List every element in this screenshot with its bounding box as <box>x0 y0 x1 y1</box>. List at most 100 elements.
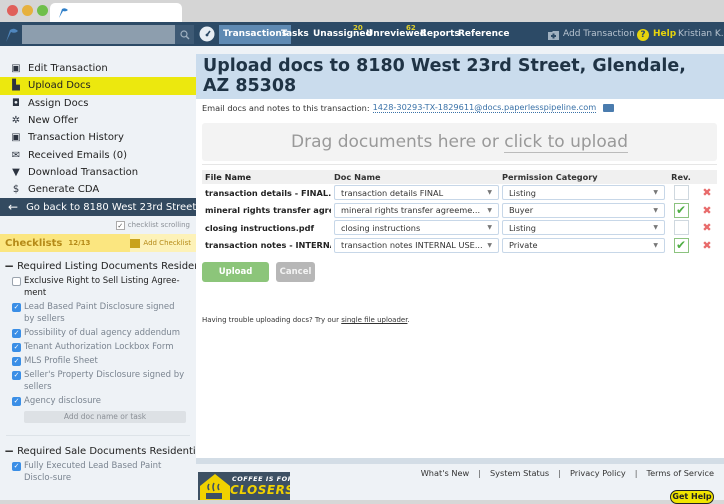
separator: | <box>558 468 561 478</box>
transaction-email-link[interactable]: 1428-30293-TX-1829611@docs.paperlesspipe… <box>372 102 597 113</box>
main-content: Upload docs to 8180 West 23rd Street, Gl… <box>196 46 724 504</box>
delete-icon[interactable]: ✖ <box>702 239 711 252</box>
sidebar-item-received-emails[interactable]: ✉ Received Emails (0) <box>0 146 196 163</box>
user-menu[interactable]: Kristian K. <box>678 25 724 44</box>
permission-select[interactable]: Listing ▼ <box>502 185 665 201</box>
window-close-button[interactable] <box>7 5 18 16</box>
checklist-section-toggle[interactable]: − Required Listing Documents Residential <box>0 259 196 273</box>
footer-link-system-status[interactable]: System Status <box>490 468 549 478</box>
page-title: Upload docs to 8180 West 23rd Street, Gl… <box>203 56 686 96</box>
checklist-item[interactable]: ✓ Tenant Authorization Lockbox Form <box>12 341 186 353</box>
back-to-transaction-link[interactable]: ← Go back to 8180 West 23rd Street, Glen… <box>0 198 196 217</box>
add-doc-input[interactable]: Add doc name or task <box>24 411 186 424</box>
upload-help-text: Having trouble uploading docs? Try our s… <box>202 316 410 324</box>
sidebar-item-generate-cda[interactable]: $ Generate CDA <box>0 181 196 198</box>
permission-select[interactable]: Buyer ▼ <box>502 202 665 218</box>
file-name: mineral rights transfer agreement <box>205 205 331 216</box>
checkbox-checked[interactable]: ✓ <box>12 356 21 366</box>
footer-link-terms-of-service[interactable]: Terms of Service <box>647 468 714 478</box>
doc-name-value: closing instructions <box>341 222 421 233</box>
checklist-item[interactable]: ✓ Possibility of dual agency addendum <box>12 327 186 339</box>
footer-link-whats-new[interactable]: What's New <box>421 468 470 478</box>
dropdown-caret-icon: ▼ <box>487 241 492 249</box>
app-logo-icon[interactable] <box>2 24 22 44</box>
checklist-item-label: Seller's Property Disclosure signed by s… <box>24 370 185 393</box>
checkbox-checked[interactable]: ✓ <box>12 328 21 338</box>
drop-zone-text: Drag documents here or <box>291 132 505 152</box>
header-doc-name: Doc Name <box>334 172 381 182</box>
doc-name-select[interactable]: transaction details FINAL ▼ <box>334 185 499 201</box>
back-link-label: Go back to 8180 West 23rd Street, Glenda… <box>26 201 196 213</box>
search-button[interactable] <box>175 25 194 44</box>
sidebar-item-transaction-history[interactable]: ▣ Transaction History <box>0 129 196 146</box>
sidebar-item-new-offer[interactable]: ✲ New Offer <box>0 112 196 129</box>
download-icon: ▼ <box>12 166 20 178</box>
gear-icon: ✲ <box>11 115 21 127</box>
doc-name-select[interactable]: mineral rights transfer agreeme... ▼ <box>334 202 499 218</box>
add-checklist-button[interactable]: Add Checklist <box>130 234 196 253</box>
checklist-item[interactable]: ✓ Fully Executed Lead Based Paint Disclo… <box>12 460 186 484</box>
reviewed-checkbox[interactable] <box>673 220 689 236</box>
checkbox-checked-icon[interactable]: ✓ <box>115 220 125 230</box>
footer-link-privacy-policy[interactable]: Privacy Policy <box>570 468 626 478</box>
file-name: closing instructions.pdf <box>205 222 315 233</box>
checklist-item-label: Exclusive Right to Sell Listing Agree-me… <box>24 276 180 299</box>
checklist-scrolling-toggle[interactable]: ✓ checklist scrolling <box>0 216 196 234</box>
dropdown-caret-icon: ▼ <box>653 189 658 197</box>
checkbox-checked[interactable]: ✓ <box>12 461 21 471</box>
sidebar-item-upload-docs[interactable]: ▙ Upload Docs <box>0 77 196 95</box>
upload-drop-zone[interactable]: Drag documents here or click to upload <box>202 123 717 161</box>
sidebar-item-assign-docs[interactable]: ◘ Assign Docs <box>0 95 196 112</box>
assign-doc-icon: ◘ <box>12 97 20 109</box>
checklists-count: 12/13 <box>68 239 91 248</box>
window-maximize-button[interactable] <box>37 5 48 16</box>
browser-tab[interactable] <box>50 3 182 22</box>
reviewed-checkbox[interactable]: ✔ <box>673 202 689 218</box>
checklist-item[interactable]: Exclusive Right to Sell Listing Agree-me… <box>12 275 186 299</box>
checklist-item[interactable]: ✓ Seller's Property Disclosure signed by… <box>12 369 186 393</box>
vcard-icon[interactable] <box>603 103 615 112</box>
search-input[interactable] <box>22 25 175 44</box>
checklist-item[interactable]: ✓ Lead Based Paint Disclosure signed by … <box>12 301 186 325</box>
checkbox-checked[interactable]: ✓ <box>12 342 21 352</box>
dropdown-caret-icon: ▼ <box>487 189 492 197</box>
checklist-item[interactable]: ✓ Agency disclosure <box>12 395 186 407</box>
get-help-button[interactable]: Get Help <box>670 490 714 504</box>
sidebar-item-label: Download Transaction <box>28 166 139 178</box>
click-to-upload-link[interactable]: click to upload <box>504 132 628 153</box>
badge-big-text: CLOSERS <box>230 483 290 497</box>
delete-icon[interactable]: ✖ <box>702 221 711 234</box>
reviewed-checkbox[interactable] <box>673 185 689 201</box>
nav-reference[interactable]: Reference <box>454 25 513 44</box>
dropdown-caret-icon: ▼ <box>487 224 492 232</box>
delete-icon[interactable]: ✖ <box>702 204 711 217</box>
single-file-uploader-link[interactable]: single file uploader <box>341 316 407 324</box>
sidebar: ▣ Edit Transaction ▙ Upload Docs ◘ Assig… <box>0 46 196 500</box>
delete-icon[interactable]: ✖ <box>702 186 711 199</box>
doc-name-value: mineral rights transfer agreeme... <box>341 205 481 216</box>
checklist-item[interactable]: ✓ MLS Profile Sheet <box>12 355 186 367</box>
checkbox-checked[interactable]: ✓ <box>12 370 21 380</box>
sidebar-item-edit-transaction[interactable]: ▣ Edit Transaction <box>0 60 196 77</box>
permission-select[interactable]: Private ▼ <box>502 237 665 253</box>
dashboard-gauge-icon[interactable] <box>199 26 215 42</box>
checkbox-unchecked[interactable] <box>12 276 21 286</box>
upload-button[interactable]: Upload <box>202 262 269 282</box>
window-minimize-button[interactable] <box>22 5 33 16</box>
permission-select[interactable]: Listing ▼ <box>502 220 665 236</box>
checklist-section-toggle[interactable]: − Required Sale Documents Residential ✓ <box>0 444 196 458</box>
cancel-button[interactable]: Cancel <box>276 262 315 282</box>
collapse-icon: − <box>4 444 15 459</box>
help-button[interactable]: ? Help <box>637 25 676 44</box>
nav-tasks[interactable]: Tasks <box>277 25 313 44</box>
add-transaction-button[interactable]: Add Transaction <box>548 25 635 44</box>
upload-help-prefix: Having trouble uploading docs? Try our <box>202 316 342 324</box>
sidebar-item-download-transaction[interactable]: ▼ Download Transaction <box>0 164 196 181</box>
checkbox-checked[interactable]: ✓ <box>12 396 21 406</box>
doc-name-select[interactable]: transaction notes INTERNAL USE... ▼ <box>334 237 499 253</box>
reviewed-checkbox[interactable]: ✔ <box>673 237 689 253</box>
unreviewed-count-badge: 62 <box>406 24 416 32</box>
checkbox-checked[interactable]: ✓ <box>12 302 21 312</box>
doc-name-select[interactable]: closing instructions ▼ <box>334 220 499 236</box>
coffee-is-for-closers-badge[interactable]: COFFEE IS FOR CLOSERS <box>198 472 290 500</box>
